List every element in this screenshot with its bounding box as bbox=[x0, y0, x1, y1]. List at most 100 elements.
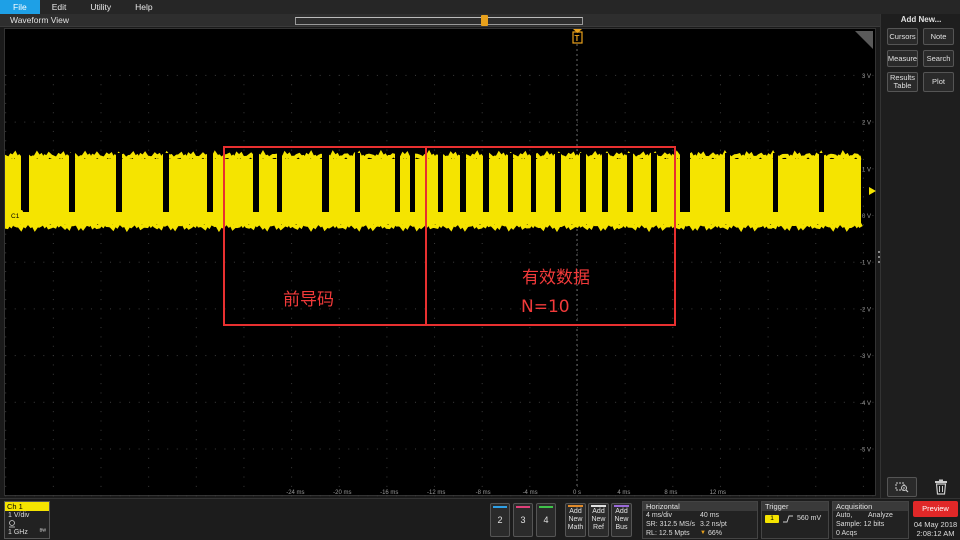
grid-dot bbox=[481, 448, 483, 450]
grid-dot bbox=[386, 243, 388, 245]
grid-dot bbox=[5, 140, 7, 142]
grid-dot bbox=[719, 289, 721, 291]
grid-dot bbox=[195, 243, 197, 245]
grid-dot bbox=[605, 308, 607, 310]
results-table-button[interactable]: Results Table bbox=[887, 72, 918, 92]
signal-top-edge bbox=[5, 149, 862, 165]
grid-dot bbox=[767, 289, 769, 291]
grid-dot bbox=[24, 74, 26, 76]
add-new-ref-button[interactable]: Add New Ref bbox=[588, 503, 609, 537]
grid-dot bbox=[834, 495, 836, 497]
grid-dot bbox=[157, 401, 159, 403]
grid-dot bbox=[405, 121, 407, 123]
grid-dot bbox=[453, 308, 455, 310]
grid-dot bbox=[434, 317, 436, 319]
menu-help[interactable]: Help bbox=[123, 0, 164, 14]
trigger-settings[interactable]: Trigger 1 560 mV bbox=[761, 501, 829, 539]
grid-dot bbox=[557, 355, 559, 357]
grid-dot bbox=[653, 121, 655, 123]
grid-dot bbox=[643, 121, 645, 123]
menu-edit[interactable]: Edit bbox=[40, 0, 79, 14]
grid-dot bbox=[14, 448, 16, 450]
grid-dot bbox=[186, 355, 188, 357]
add-new-math-button[interactable]: Add New Math bbox=[565, 503, 586, 537]
grid-dot bbox=[577, 383, 578, 385]
grid-dot bbox=[33, 355, 35, 357]
grid-dot bbox=[243, 233, 245, 235]
grid-dot bbox=[805, 355, 807, 357]
plot-button[interactable]: Plot bbox=[923, 72, 954, 92]
acquisition-settings[interactable]: Acquisition Auto, Analyze Sample: 12 bits… bbox=[832, 501, 909, 539]
grid-dot bbox=[481, 299, 483, 301]
grid-dot bbox=[872, 355, 874, 357]
grid-dot bbox=[653, 401, 655, 403]
time-per-point: 3.2 ns/pt bbox=[700, 521, 727, 528]
grid-dot bbox=[167, 401, 169, 403]
menu-file[interactable]: File bbox=[0, 0, 40, 14]
grid-dot bbox=[624, 243, 626, 245]
grid-dot bbox=[443, 74, 445, 76]
grid-dot bbox=[329, 355, 331, 357]
grid-dot bbox=[767, 457, 769, 459]
grid-dot bbox=[653, 308, 655, 310]
grid-dot bbox=[662, 355, 664, 357]
grid-dot bbox=[300, 401, 302, 403]
grid-dot bbox=[148, 457, 150, 459]
ch4-button[interactable]: 4 bbox=[536, 503, 556, 537]
grid-dot bbox=[767, 327, 769, 329]
grid-dot bbox=[624, 261, 626, 263]
grid-dot bbox=[529, 74, 531, 76]
grid-dot bbox=[700, 495, 702, 497]
search-button[interactable]: Search bbox=[923, 50, 954, 67]
grid-dot bbox=[481, 429, 483, 431]
grid-dot bbox=[443, 308, 445, 310]
menu-utility[interactable]: Utility bbox=[78, 0, 123, 14]
grid-dot bbox=[653, 261, 655, 263]
ch2-button[interactable]: 2 bbox=[490, 503, 510, 537]
horizontal-settings[interactable]: Horizontal 4 ms/div 40 ms SR: 312.5 MS/s 3… bbox=[642, 501, 758, 539]
signal-low-gap bbox=[627, 153, 633, 212]
grid-dot bbox=[567, 401, 569, 403]
waveform-graticule[interactable]: 3 V 2 V 1 V 0 V -1 V -2 V -3 V -4 V -5 V -24 ms -2… bbox=[4, 28, 876, 497]
grid-dot bbox=[195, 317, 197, 319]
grid-dot bbox=[577, 485, 578, 487]
grid-dot bbox=[233, 401, 235, 403]
grid-dot bbox=[681, 74, 683, 76]
grid-dot bbox=[291, 485, 293, 487]
ch1-badge[interactable]: Ch 1 1 V/div 1 GHz ᴮᵂ bbox=[4, 501, 50, 539]
note-button[interactable]: Note bbox=[923, 28, 954, 45]
grid-dot bbox=[719, 336, 721, 338]
preview-button[interactable]: Preview bbox=[913, 501, 958, 517]
grid-dot bbox=[243, 84, 245, 86]
grid-dot bbox=[329, 121, 331, 123]
grid-dot bbox=[672, 429, 674, 431]
measure-button[interactable]: Measure bbox=[887, 50, 918, 67]
grid-dot bbox=[100, 392, 102, 394]
grid-dot bbox=[853, 74, 855, 76]
grid-dot bbox=[538, 401, 540, 403]
add-new-bus-button[interactable]: Add New Bus bbox=[611, 503, 632, 537]
grid-dot bbox=[691, 495, 693, 497]
grid-dot bbox=[243, 112, 245, 114]
record-overview-bar[interactable] bbox=[295, 17, 583, 25]
cursors-button[interactable]: Cursors bbox=[887, 28, 918, 45]
panel-resize-handle-icon[interactable] bbox=[877, 250, 881, 264]
zoom-tool-button[interactable] bbox=[887, 477, 917, 497]
grid-dot bbox=[52, 121, 54, 123]
grid-dot bbox=[577, 112, 578, 114]
grid-dot bbox=[100, 439, 102, 441]
grid-dot bbox=[862, 420, 864, 422]
grid-dot bbox=[529, 457, 531, 459]
grid-dot bbox=[491, 261, 493, 263]
grid-dot bbox=[624, 355, 626, 357]
ch3-button[interactable]: 3 bbox=[513, 503, 533, 537]
x-tick-label: -16 ms bbox=[380, 490, 398, 496]
grid-dot bbox=[519, 401, 521, 403]
grid-dot bbox=[529, 243, 531, 245]
grid-dot bbox=[624, 233, 626, 235]
trigger-position-marker[interactable] bbox=[481, 15, 488, 26]
delete-button[interactable] bbox=[927, 477, 955, 497]
grid-dot bbox=[424, 495, 426, 497]
grid-dot bbox=[529, 112, 531, 114]
grid-dot bbox=[338, 411, 340, 413]
